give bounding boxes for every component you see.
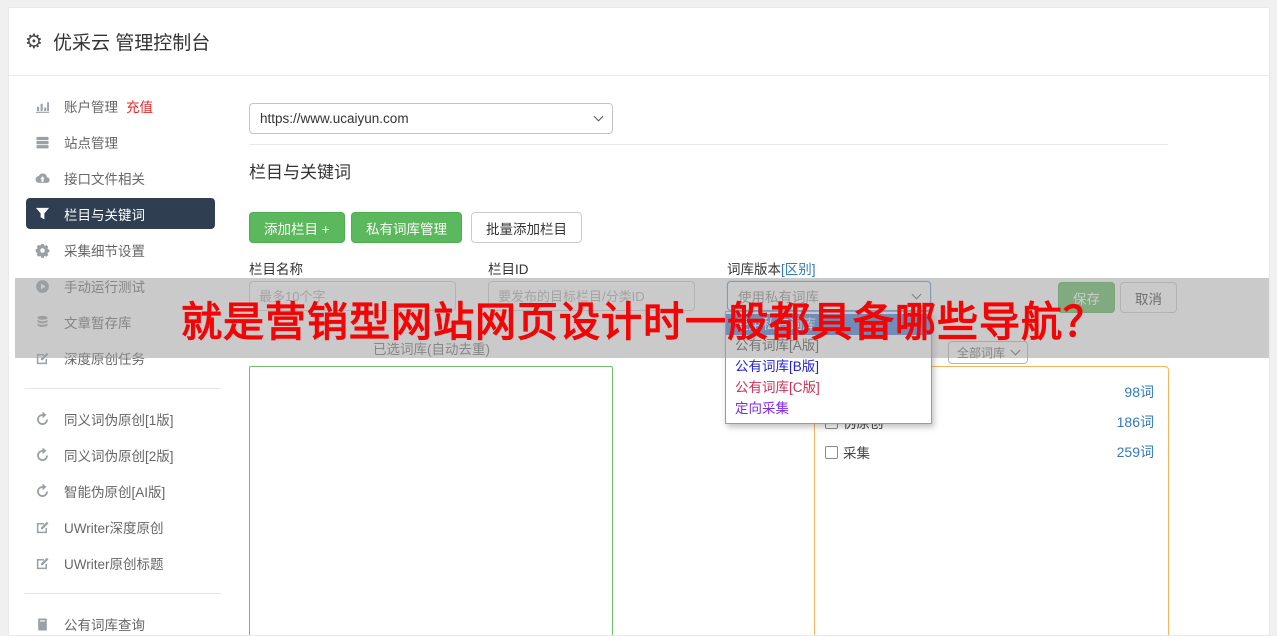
chevron-down-icon — [594, 112, 604, 122]
dropdown-option[interactable]: 定向采集 — [726, 398, 931, 419]
app-title: 优采云 管理控制台 — [53, 28, 210, 55]
sidebar-menu: 账户管理充值站点管理接口文件相关栏目与关键词采集细节设置手动运行测试文章暂存库深… — [9, 88, 237, 636]
private-thesaurus-button[interactable]: 私有词库管理 — [351, 212, 462, 243]
sidebar-item-label: 站点管理 — [64, 132, 118, 152]
sidebar-item-synonym-rewrite-v2[interactable]: 同义词伪原创[2版] — [26, 437, 215, 473]
sidebar-item-interface-files[interactable]: 接口文件相关 — [26, 160, 215, 196]
gears-icon — [34, 242, 50, 258]
divider — [249, 144, 1168, 145]
app-header: ⚙ 优采云 管理控制台 — [9, 8, 1269, 76]
word-count: 186词 — [1117, 412, 1154, 432]
refresh-icon — [34, 447, 50, 463]
sidebar-item-public-thesaurus-query[interactable]: 公有词库查询 — [26, 606, 215, 636]
sidebar-item-ai-rewrite[interactable]: 智能伪原创[AI版] — [26, 473, 215, 509]
thesaurus-row-label: 采集 — [843, 442, 870, 462]
book-icon — [34, 616, 50, 632]
selected-thesaurus-textarea[interactable] — [249, 366, 613, 636]
refresh-icon — [34, 411, 50, 427]
dropdown-option[interactable]: 公有词库[C版] — [726, 377, 931, 398]
sidebar-item-synonym-rewrite-v1[interactable]: 同义词伪原创[1版] — [26, 401, 215, 437]
sidebar-item-collection-detail-settings[interactable]: 采集细节设置 — [26, 232, 215, 268]
sidebar-item-label: 公有词库查询 — [64, 614, 145, 634]
sidebar-item-label: UWriter深度原创 — [64, 517, 164, 537]
gear-icon: ⚙ — [25, 29, 43, 54]
word-count: 98词 — [1124, 382, 1154, 402]
sidebar-item-site-management[interactable]: 站点管理 — [26, 124, 215, 160]
sidebar-item-uwriter-original-title[interactable]: UWriter原创标题 — [26, 545, 215, 581]
sidebar-item-account-management[interactable]: 账户管理充值 — [26, 88, 215, 124]
thesaurus-checkbox[interactable] — [825, 446, 838, 459]
add-column-button[interactable]: 添加栏目 + — [249, 212, 345, 243]
gray-overlay-banner: 就是营销型网站网页设计时一般都具备哪些导航？ — [15, 278, 1270, 358]
sidebar-item-label: 智能伪原创[AI版] — [64, 481, 165, 501]
thesaurus-row: 采集 259词 — [815, 437, 1168, 467]
filter-icon — [34, 206, 50, 222]
word-count: 259词 — [1117, 442, 1154, 462]
sidebar-item-label: 账户管理 — [64, 96, 118, 116]
sidebar-divider — [25, 593, 221, 594]
thesaurus-version-label: 词库版本[区别] — [727, 258, 816, 278]
site-url-value: https://www.ucaiyun.com — [260, 111, 595, 126]
edit-icon — [34, 519, 50, 535]
server-icon — [34, 134, 50, 150]
overlay-caption: 就是营销型网站网页设计时一般都具备哪些导航？ — [181, 288, 1105, 348]
column-id-label: 栏目ID — [488, 258, 529, 278]
sidebar-item-label: 栏目与关键词 — [64, 204, 145, 224]
sidebar-item-uwriter-deep-original[interactable]: UWriter深度原创 — [26, 509, 215, 545]
batch-add-button[interactable]: 批量添加栏目 — [471, 212, 582, 243]
cloud-upload-icon — [34, 170, 50, 186]
sidebar-divider — [25, 388, 221, 389]
sidebar-item-columns-keywords[interactable]: 栏目与关键词 — [26, 198, 215, 229]
dropdown-option[interactable]: 公有词库[B版] — [726, 356, 931, 377]
app-window: ⚙ 优采云 管理控制台 账户管理充值站点管理接口文件相关栏目与关键词采集细节设置… — [8, 7, 1270, 636]
page-title: 栏目与关键词 — [249, 158, 351, 183]
sidebar-item-label: 同义词伪原创[1版] — [64, 409, 174, 429]
edit-icon — [34, 555, 50, 571]
bar-chart-icon — [34, 98, 50, 114]
sidebar-item-label: 采集细节设置 — [64, 240, 145, 260]
sidebar-item-label: 接口文件相关 — [64, 168, 145, 188]
sidebar-item-label: 同义词伪原创[2版] — [64, 445, 174, 465]
refresh-icon — [34, 483, 50, 499]
sidebar-item-label: UWriter原创标题 — [64, 553, 164, 573]
site-url-select[interactable]: https://www.ucaiyun.com — [249, 103, 613, 134]
difference-link[interactable]: [区别] — [781, 262, 816, 277]
recharge-badge[interactable]: 充值 — [126, 96, 153, 116]
column-name-label: 栏目名称 — [249, 258, 303, 278]
